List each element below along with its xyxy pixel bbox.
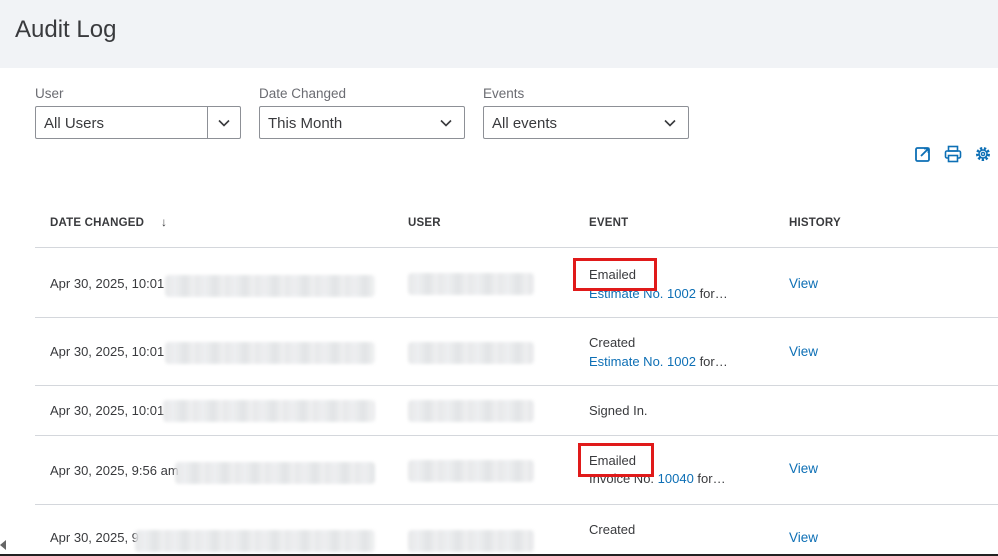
events-select-value: All events — [492, 115, 558, 132]
events-select[interactable]: All events — [483, 106, 689, 139]
scroll-left-arrow-icon[interactable] — [0, 540, 6, 550]
table-row: Apr 30, 2025, 9 Created View — [35, 505, 998, 556]
settings-gear-icon[interactable] — [974, 145, 992, 163]
date-cell: Apr 30, 2025, 9 — [50, 530, 139, 545]
column-header-user[interactable]: USER — [408, 217, 441, 229]
export-icon[interactable] — [914, 145, 932, 163]
redacted-text — [135, 530, 375, 552]
page-header: Audit Log — [0, 0, 998, 68]
user-select-value: All Users — [44, 115, 105, 132]
sort-down-icon[interactable]: ↓ — [161, 215, 167, 229]
table-row: Apr 30, 2025, 10:01 Signed In. — [35, 386, 998, 436]
date-cell: Apr 30, 2025, 10:01 — [50, 344, 165, 359]
redacted-user — [408, 460, 534, 482]
view-history-link[interactable]: View — [789, 461, 818, 476]
event-link[interactable]: 10040 — [658, 471, 694, 486]
page-title: Audit Log — [15, 16, 117, 43]
table-row: Apr 30, 2025, 10:01 Created Estimate No.… — [35, 318, 998, 386]
date-changed-filter: Date Changed This Month — [259, 85, 465, 139]
redacted-text — [165, 275, 375, 297]
event-suffix: for… — [693, 471, 726, 486]
view-history-link[interactable]: View — [789, 344, 818, 359]
highlight-box — [573, 258, 657, 291]
column-header-event[interactable]: EVENT — [589, 217, 628, 229]
chevron-down-icon[interactable] — [662, 115, 678, 131]
events-filter-label: Events — [483, 86, 525, 101]
redacted-text — [163, 400, 375, 422]
highlight-box — [578, 443, 654, 477]
event-detail: Estimate No. 1002 for… — [589, 354, 728, 369]
table-header: DATE CHANGED ↓ USER EVENT HISTORY — [35, 210, 998, 248]
chevron-down-icon[interactable] — [438, 115, 454, 131]
select-divider — [207, 107, 208, 138]
view-history-link[interactable]: View — [789, 530, 818, 545]
redacted-user — [408, 530, 534, 552]
user-filter-label: User — [35, 86, 64, 101]
date-changed-select-value: This Month — [268, 115, 343, 132]
event-suffix: for… — [695, 286, 728, 301]
table-row: Apr 30, 2025, 10:01 Emailed Estimate No.… — [35, 249, 998, 318]
date-changed-select[interactable]: This Month — [259, 106, 465, 139]
redacted-text — [175, 462, 375, 484]
column-header-date-changed[interactable]: DATE CHANGED — [50, 217, 144, 229]
chevron-down-icon[interactable] — [216, 115, 232, 131]
events-filter: Events All events — [483, 85, 689, 139]
event-link[interactable]: Estimate No. 1002 — [589, 354, 696, 369]
redacted-user — [408, 273, 534, 295]
redacted-text — [165, 342, 375, 364]
date-cell: Apr 30, 2025, 9:56 am — [50, 463, 179, 478]
view-history-link[interactable]: View — [789, 276, 818, 291]
redacted-user — [408, 400, 534, 422]
column-header-history: HISTORY — [789, 217, 841, 229]
print-icon[interactable] — [944, 145, 962, 163]
user-filter: User All Users — [35, 85, 241, 139]
event-suffix: for… — [695, 354, 728, 369]
date-cell: Apr 30, 2025, 10:01 — [50, 403, 165, 418]
event-type: Created — [589, 522, 636, 537]
event-type: Created — [589, 335, 636, 350]
user-select[interactable]: All Users — [35, 106, 241, 139]
date-cell: Apr 30, 2025, 10:01 — [50, 276, 165, 291]
redacted-user — [408, 342, 534, 364]
event-type: Signed In. — [589, 403, 648, 418]
table-row: Apr 30, 2025, 9:56 am Emailed Invoice No… — [35, 436, 998, 505]
date-changed-filter-label: Date Changed — [259, 86, 347, 101]
